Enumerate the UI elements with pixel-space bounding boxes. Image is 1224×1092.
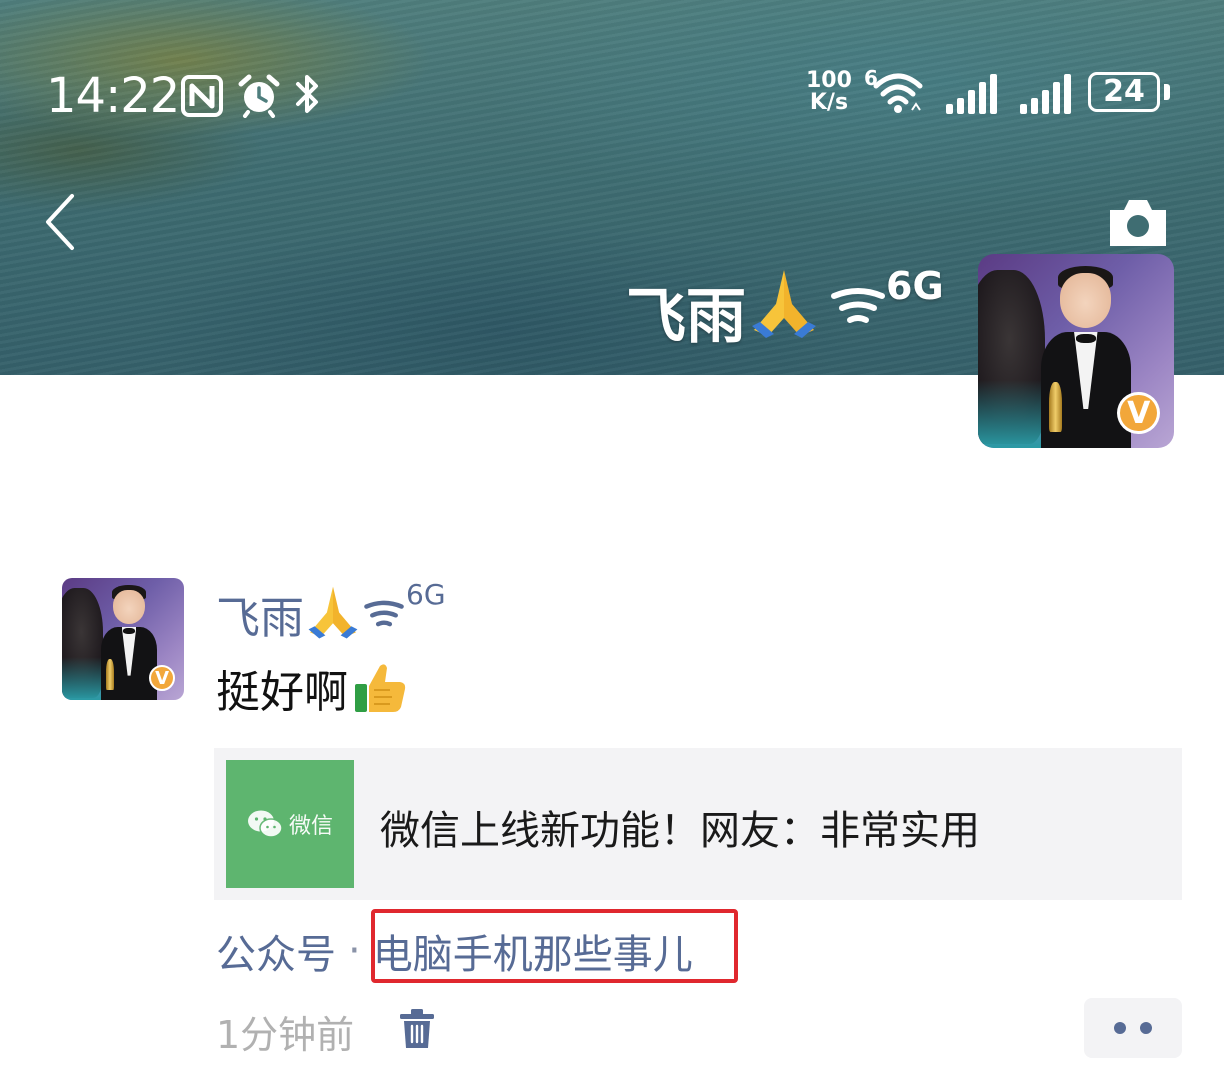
article-title: 微信上线新功能！网友：非常实用 bbox=[380, 808, 980, 854]
post-author-avatar[interactable]: V bbox=[62, 578, 184, 700]
profile-name: 飞雨 6G bbox=[626, 264, 944, 355]
praying-hands-icon bbox=[752, 270, 816, 338]
nfc-icon bbox=[181, 75, 223, 117]
post-timestamp: 1分钟前 bbox=[216, 1013, 355, 1057]
profile-avatar[interactable]: V bbox=[978, 254, 1174, 448]
battery-icon: 24 bbox=[1088, 72, 1160, 112]
wifi-symbol-icon bbox=[831, 288, 885, 323]
wechat-logo-icon bbox=[247, 810, 283, 838]
wifi-icon bbox=[873, 73, 923, 113]
highlight-annotation-box bbox=[371, 909, 738, 983]
more-dot-icon bbox=[1140, 1022, 1152, 1034]
profile-name-text: 飞雨 bbox=[626, 282, 746, 352]
bluetooth-icon bbox=[296, 75, 318, 113]
status-time: 14:22 bbox=[46, 68, 180, 124]
alarm-icon bbox=[238, 74, 280, 118]
post-author-name-text: 飞雨 bbox=[216, 593, 304, 644]
more-actions-button[interactable] bbox=[1084, 998, 1182, 1058]
thumbs-up-icon bbox=[355, 664, 406, 712]
battery-tip bbox=[1164, 84, 1170, 100]
source-label: 公众号 bbox=[216, 932, 336, 978]
source-separator: · bbox=[348, 928, 361, 974]
post-text-content: 挺好啊 bbox=[216, 667, 348, 718]
signal-icon bbox=[946, 74, 997, 114]
praying-hands-icon bbox=[308, 586, 358, 639]
trash-icon[interactable] bbox=[398, 1008, 436, 1050]
verified-badge: V bbox=[1117, 391, 1161, 435]
camera-icon[interactable] bbox=[1106, 196, 1170, 248]
verified-badge-small: V bbox=[148, 664, 176, 692]
chevron-left-icon[interactable] bbox=[40, 190, 84, 254]
shared-article-card[interactable]: 微信 微信上线新功能！网友：非常实用 bbox=[214, 748, 1182, 900]
article-thumbnail-text: 微信 bbox=[288, 814, 333, 839]
wifi-symbol-icon bbox=[364, 600, 404, 627]
profile-name-suffix: 6G bbox=[886, 264, 944, 308]
more-dot-icon bbox=[1114, 1022, 1126, 1034]
post-author-name[interactable]: 飞雨 6G bbox=[216, 578, 446, 646]
network-speed: 100 K/s bbox=[806, 68, 852, 115]
moments-profile-page: 14:22 100 K/s 6 24 飞雨 6G V V 飞雨 6G 挺好啊 微… bbox=[0, 0, 1224, 1092]
signal-icon-2 bbox=[1020, 74, 1071, 114]
post-author-name-suffix: 6G bbox=[406, 578, 446, 611]
article-thumbnail: 微信 bbox=[226, 760, 354, 888]
post-text: 挺好啊 bbox=[216, 656, 408, 720]
